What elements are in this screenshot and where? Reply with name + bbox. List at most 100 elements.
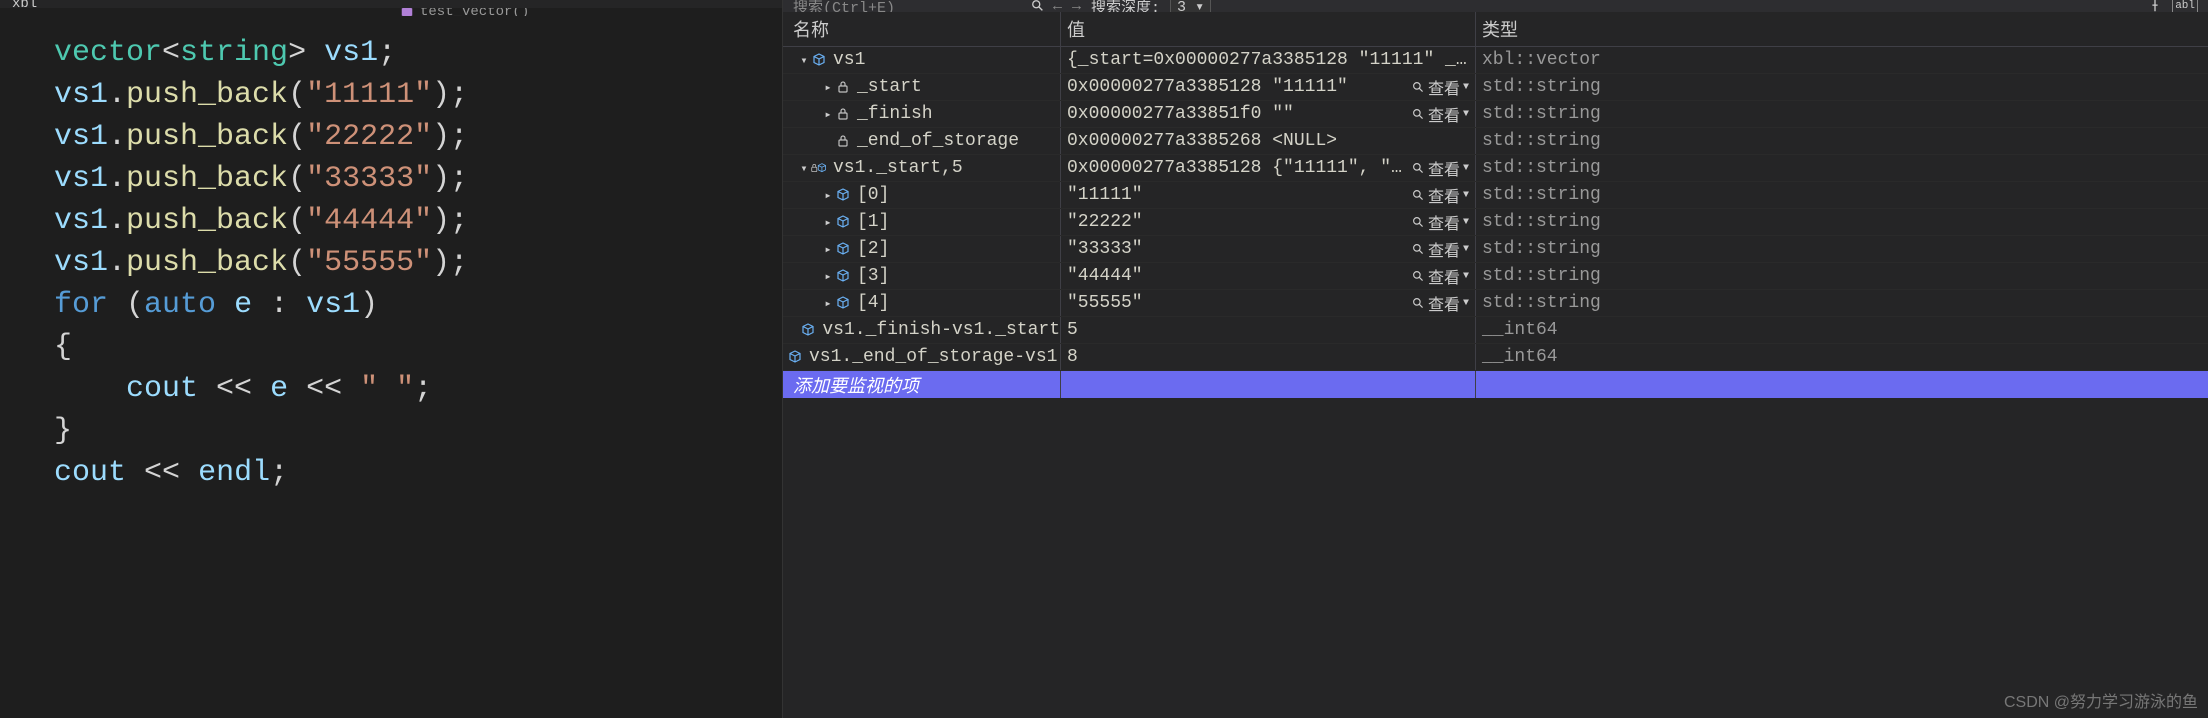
expander-icon[interactable]: ▸ [821,107,835,122]
watch-row[interactable]: ▾vs1 {_start=0x00000277a3385128 "11111" _… [783,47,2208,74]
cube-icon [811,52,827,68]
watch-row[interactable]: ▸[4] "55555" 查看▼ std::string [783,290,2208,317]
add-watch-value-cell [1061,371,1476,398]
arrow-left-icon[interactable]: ← [1053,0,1062,12]
watch-row[interactable]: ▸[2]"33333"查看▼std::string [783,236,2208,263]
watch-name-text: _start [857,77,922,97]
code-token: << [216,372,252,406]
depth-dropdown[interactable]: 3 ▾ [1170,0,1211,12]
code-token: << [144,456,180,490]
view-visualizer-button[interactable]: 查看▼ [1412,75,1469,99]
code-token: push_back [126,120,288,154]
watch-row[interactable]: vs1._finish-vs1._start5__int64 [783,317,2208,344]
text-highlight-icon[interactable]: abl [2172,0,2198,12]
watch-name-cell[interactable]: ▾vs1._start,5 [783,155,1061,181]
arrow-right-icon[interactable]: → [1072,0,1081,12]
watch-value-cell[interactable]: 0x00000277a3385268 <NULL> [1061,128,1476,154]
watch-value-cell[interactable]: 0x00000277a3385128 "11111"查看▼ [1061,74,1476,100]
watch-name-cell[interactable]: ▸_finish [783,101,1061,127]
add-watch-prompt[interactable]: 添加要监视的项 [783,371,1061,398]
watch-name-cell[interactable]: ▾vs1 [783,47,1061,73]
file-tab[interactable]: xbl [0,0,49,8]
view-visualizer-button[interactable]: 查看▼ [1412,291,1469,315]
view-visualizer-button[interactable]: 查看▼ [1412,264,1469,288]
watch-row[interactable]: ▸_finish0x00000277a33851f0 ""查看▼std::str… [783,101,2208,128]
watch-row[interactable]: ▾vs1._start,50x00000277a3385128 {"11111"… [783,155,2208,182]
expander-icon[interactable]: ▸ [821,188,835,203]
view-visualizer-button[interactable]: 查看▼ [1412,183,1469,207]
watch-value-text: 8 [1067,347,1469,367]
watch-row[interactable]: _end_of_storage0x00000277a3385268 <NULL>… [783,128,2208,155]
code-token: cout [54,456,126,490]
code-area[interactable]: vector<string> vs1; vs1.push_back("11111… [0,16,782,718]
view-visualizer-button[interactable]: 查看▼ [1412,237,1469,261]
expander-icon[interactable]: ▸ [821,215,835,230]
watch-name-cell[interactable]: ▸[4] [783,290,1061,316]
expander-icon[interactable]: ▸ [821,296,835,311]
view-visualizer-button[interactable]: 查看▼ [1412,156,1469,180]
watch-row[interactable]: ▸[3]"44444"查看▼std::string [783,263,2208,290]
watch-name-cell[interactable]: vs1._end_of_storage-vs1._... [783,344,1061,370]
expander-icon[interactable]: ▾ [797,161,811,176]
expander-icon[interactable]: ▸ [821,242,835,257]
code-token: push_back [126,78,288,112]
code-token: e [270,372,288,406]
code-token: "33333" [306,162,432,196]
breadcrumb-label: test_vector() [420,8,529,16]
column-name-header[interactable]: 名称 [783,12,1061,46]
expander-icon[interactable]: ▾ [797,53,811,68]
view-visualizer-button[interactable]: 查看▼ [1412,210,1469,234]
search-input[interactable]: 搜索(Ctrl+E) [793,0,1023,12]
view-visualizer-button[interactable]: 查看▼ [1412,102,1469,126]
cube-icon [400,8,414,16]
editor-pane: xbl test_vector() vector<string> vs1; vs… [0,0,783,718]
watch-value-cell[interactable]: 5 [1061,317,1476,343]
watch-row[interactable]: ▸_start0x00000277a3385128 "11111"查看▼std:… [783,74,2208,101]
watch-value-cell[interactable]: 0x00000277a3385128 {"11111", "22222... 查看… [1061,155,1476,181]
watch-row[interactable]: vs1._end_of_storage-vs1._... 8 __int64 [783,344,2208,371]
watch-value-text: 0x00000277a3385128 {"11111", "22222... [1067,158,1406,178]
watch-name-cell[interactable]: ▸[3] [783,263,1061,289]
watch-toolbar: 搜索(Ctrl+E) ← → 搜索深度: 3 ▾ abl [783,0,2208,12]
watch-name-cell[interactable]: ▸[2] [783,236,1061,262]
watch-type-cell: std::string [1476,290,2208,316]
cube-icon [787,349,803,365]
code-token: vs1 [54,78,108,112]
watch-value-cell[interactable]: "11111"查看▼ [1061,182,1476,208]
cube-icon [835,268,851,284]
watch-row[interactable]: ▸[0]"11111"查看▼std::string [783,182,2208,209]
expander-icon[interactable]: ▸ [821,269,835,284]
watch-value-cell[interactable]: {_start=0x00000277a3385128 "11111" _fini… [1061,47,1476,73]
watch-name-cell[interactable]: vs1._finish-vs1._start [783,317,1061,343]
column-type-header[interactable]: 类型 [1476,12,2208,46]
watch-value-text: "55555" [1067,293,1406,313]
add-watch-row[interactable]: 添加要监视的项 [783,371,2208,398]
watch-name-cell[interactable]: ▸ _start [783,74,1061,100]
watch-type-cell: std::string [1476,128,2208,154]
watch-value-cell[interactable]: 8 [1061,344,1476,370]
search-icon[interactable] [1031,0,1045,12]
watch-value-cell[interactable]: "55555" 查看▼ [1061,290,1476,316]
lock-icon [835,106,851,122]
watch-type-cell: __int64 [1476,344,2208,370]
watch-row[interactable]: ▸[1]"22222"查看▼std::string [783,209,2208,236]
cube-icon [800,322,816,338]
watch-name-cell[interactable]: ▸[0] [783,182,1061,208]
watch-name-text: vs1._end_of_storage-vs1._... [809,347,1061,367]
breadcrumb-function[interactable]: test_vector() [400,8,529,16]
watch-name-cell[interactable]: _end_of_storage [783,128,1061,154]
watch-value-cell[interactable]: "44444"查看▼ [1061,263,1476,289]
expander-icon[interactable]: ▸ [821,80,835,95]
watch-name-cell[interactable]: ▸[1] [783,209,1061,235]
column-value-header[interactable]: 值 [1061,12,1476,46]
watch-value-cell[interactable]: 0x00000277a33851f0 ""查看▼ [1061,101,1476,127]
code-token: " " [360,372,414,406]
cube-icon [835,187,851,203]
watch-name-text: vs1._finish-vs1._start [822,320,1060,340]
watch-value-text: {_start=0x00000277a3385128 "11111" _fini… [1067,50,1469,70]
watch-type-cell: std::string [1476,101,2208,127]
lock-cube-icon [811,160,827,176]
watch-value-cell[interactable]: "22222"查看▼ [1061,209,1476,235]
watch-value-cell[interactable]: "33333"查看▼ [1061,236,1476,262]
pin-icon[interactable] [2148,0,2162,12]
